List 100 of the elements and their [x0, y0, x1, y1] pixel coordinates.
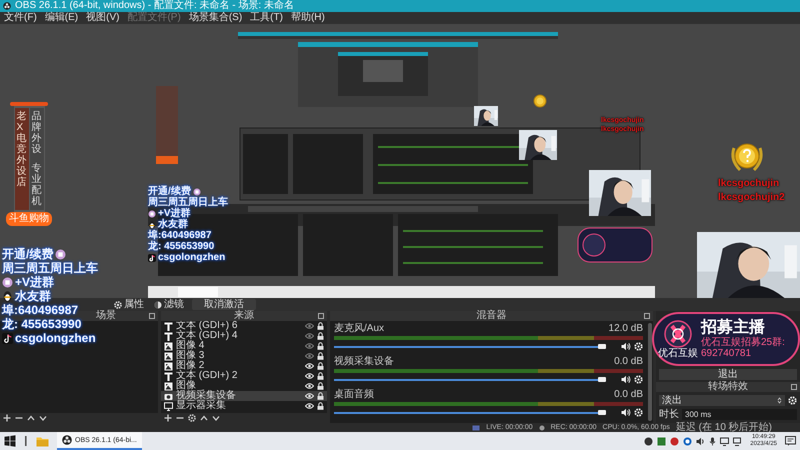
slider-thumb[interactable] — [598, 377, 606, 382]
transition-dropdown[interactable]: 淡出 — [659, 395, 785, 406]
lock-icon[interactable] — [317, 372, 324, 380]
badge-text: 优石互娱招募25群: — [701, 337, 785, 348]
speaker-icon[interactable] — [621, 408, 631, 417]
sign-header-bar — [10, 102, 48, 106]
plus-icon[interactable] — [164, 414, 172, 422]
penguin-icon — [148, 220, 156, 228]
gift-icon — [192, 188, 201, 196]
source-item[interactable]: 图像 2 — [161, 361, 327, 371]
overlay-text: 龙: 455653990 — [148, 241, 214, 252]
speaker-icon[interactable] — [696, 436, 706, 446]
gift-icon — [55, 248, 66, 260]
taskview-icon[interactable] — [24, 436, 28, 446]
badge-title: 招募主播 — [701, 319, 765, 336]
menu-item[interactable]: 文件(F) — [4, 12, 37, 24]
slider-thumb[interactable] — [598, 344, 606, 349]
obs-logo-icon — [3, 2, 11, 10]
overlay-text: 周三周五周日上车 — [148, 197, 228, 208]
overlay-text: 水友群 — [15, 289, 51, 303]
exit-button[interactable]: 退出 — [659, 369, 797, 380]
plus-icon[interactable] — [3, 414, 11, 422]
source-item[interactable]: 图像 3 — [161, 351, 327, 361]
overlay-text: +V进群 — [158, 208, 191, 219]
properties-button[interactable]: 属性 — [112, 299, 146, 310]
windows-start-icon[interactable] — [4, 435, 16, 447]
sign-text: 专业配机 — [32, 163, 42, 207]
menu-item[interactable]: 视图(V) — [86, 12, 120, 24]
channel-name: 桌面音频 — [334, 390, 374, 400]
image-icon — [164, 352, 173, 360]
lock-icon[interactable] — [317, 382, 324, 390]
notification-icon[interactable] — [785, 436, 796, 446]
gift-icon — [2, 276, 13, 288]
source-item[interactable]: 文本 (GDI+) 6 — [161, 321, 327, 331]
penguin-icon — [2, 290, 13, 302]
overlay-text: 埠:640496987 — [148, 230, 212, 241]
menu-item[interactable]: 工具(T) — [250, 12, 283, 24]
overlay-text: 开通/续费 — [148, 186, 191, 197]
speaker-icon[interactable] — [621, 342, 631, 351]
camera-icon — [164, 392, 173, 400]
source-item[interactable]: 文本 (GDI+) 2 — [161, 371, 327, 381]
music-note-icon — [2, 332, 13, 344]
speaker-icon[interactable] — [621, 375, 631, 384]
source-item[interactable]: 文本 (GDI+) 4 — [161, 331, 327, 341]
dock-title: 场景 — [96, 311, 116, 321]
chevron-down-icon[interactable] — [39, 414, 47, 422]
lock-icon[interactable] — [317, 342, 324, 350]
sign-text: 品牌外设 — [32, 111, 42, 155]
float-icon — [644, 313, 650, 319]
filters-button[interactable]: 滤镜 — [152, 299, 186, 310]
microphone-icon[interactable] — [709, 436, 716, 446]
logo-text: 优石互娱 — [658, 348, 698, 358]
source-item[interactable]: 图像 — [161, 381, 327, 391]
medal-icon — [533, 94, 547, 108]
live-icon — [472, 424, 480, 430]
obs-logo-icon — [62, 435, 72, 445]
float-icon — [791, 384, 797, 390]
monitor-icon[interactable] — [720, 436, 730, 446]
menu-item[interactable]: 编辑(E) — [44, 12, 78, 24]
chevron-up-icon[interactable] — [200, 414, 208, 422]
source-item[interactable]: 图像 4 — [161, 341, 327, 351]
image-icon — [164, 382, 173, 390]
text-icon — [164, 372, 173, 380]
dock-title: 混音器 — [476, 311, 506, 321]
lock-icon[interactable] — [317, 322, 324, 330]
chevron-up-icon[interactable] — [27, 414, 35, 422]
volume-reading: 12.0 dB — [608, 324, 643, 334]
x-logo-icon — [664, 320, 692, 348]
menu-item[interactable]: 帮助(H) — [290, 12, 325, 24]
scrollbar[interactable] — [648, 323, 652, 421]
source-item[interactable]: 视频采集设备 — [161, 391, 327, 401]
lock-icon[interactable] — [317, 352, 324, 360]
gear-icon — [114, 300, 122, 308]
duration-field[interactable]: 300 ms — [682, 409, 797, 420]
overlay-text: 龙: 455653990 — [2, 317, 82, 331]
filter-icon — [154, 300, 162, 308]
lock-icon[interactable] — [317, 362, 324, 370]
channel-name: 视频采集设备 — [334, 357, 394, 367]
record-icon — [538, 424, 545, 430]
dropdown-arrows-icon — [777, 397, 782, 404]
chevron-down-icon[interactable] — [212, 414, 220, 422]
badge-text: 692740781 — [701, 348, 752, 359]
status-text: 延迟 (在 10 秒后开始) — [676, 423, 772, 432]
overlay-text: csgolongzhen — [158, 252, 226, 263]
channel-name: 麦克风/Aux — [334, 324, 384, 334]
image-icon — [164, 342, 173, 350]
source-item[interactable]: 显示器采集 — [161, 401, 327, 411]
menu-item[interactable]: 场景集合(S) — [188, 12, 242, 24]
overlay-text: 开通/续费 — [2, 247, 54, 261]
image-icon — [164, 362, 173, 370]
settings-icon[interactable] — [188, 414, 196, 422]
lock-icon[interactable] — [317, 402, 324, 410]
slider-thumb[interactable] — [598, 410, 606, 415]
dock-title: 来源 — [234, 311, 254, 321]
sign-title: 老X电竞外设店 — [14, 108, 28, 210]
network-icon[interactable] — [733, 436, 742, 446]
username-text: lkcsgochujin2 — [718, 191, 785, 204]
lock-icon[interactable] — [317, 332, 324, 340]
lock-icon[interactable] — [317, 392, 324, 400]
deactivate-button[interactable]: 取消激活 — [192, 299, 256, 310]
